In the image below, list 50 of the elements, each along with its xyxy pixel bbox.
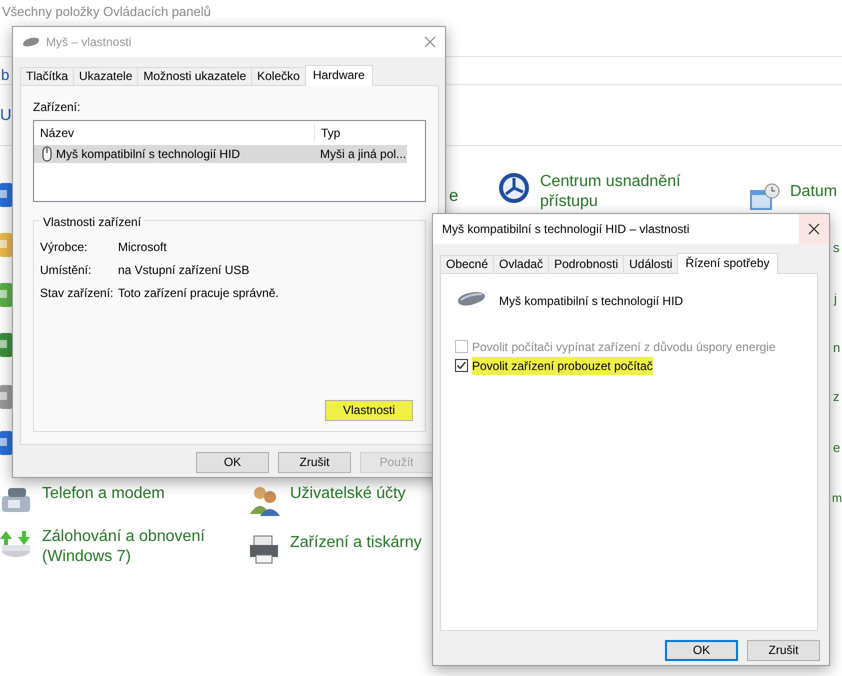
field-value: Microsoft: [118, 238, 167, 256]
link-text[interactable]: Zálohování a obnovení (Windows 7): [42, 527, 232, 567]
list-row[interactable]: Myš kompatibilní s technologií HID Myši a jiná pol...: [34, 145, 407, 163]
dialog-button[interactable]: Zrušit: [278, 452, 351, 473]
window-title: Všechny položky Ovládacích panelů: [2, 3, 211, 21]
table-cell-text: Myš kompatibilní s technologií HID: [56, 146, 240, 163]
link-text[interactable]: Zařízení a tiskárny: [290, 533, 425, 553]
link-text[interactable]: Telefon a modem: [42, 484, 232, 504]
link-text[interactable]: e: [449, 186, 458, 206]
mouse-icon: [42, 146, 52, 162]
link-text[interactable]: b: [1, 66, 10, 86]
tab[interactable]: Tlačítka: [20, 67, 74, 85]
tab[interactable]: Obecné: [440, 255, 494, 273]
field-label: Výrobce:: [40, 238, 88, 256]
field-label: Umístění:: [40, 262, 92, 278]
tab[interactable]: Hardware: [304, 65, 373, 86]
window-title: Myš – vlastnosti: [46, 34, 132, 51]
tab[interactable]: Řízení spotřeby: [677, 253, 778, 274]
column-header[interactable]: Typ: [314, 124, 407, 142]
checkbox-label: Povolit zařízení probouzet počítač: [472, 356, 653, 374]
checkbox-label: Povolit počítači vypínat zařízení z důvodu úspory energie: [472, 338, 776, 356]
link-text[interactable]: Centrum usnadnění přístupu: [540, 172, 705, 212]
link-text[interactable]: n: [833, 338, 840, 358]
device-name: Myš kompatibilní s technologií HID: [499, 293, 684, 310]
link-text[interactable]: j: [834, 289, 837, 309]
column-header[interactable]: Název: [34, 124, 314, 142]
section-label: Zařízení:: [33, 99, 82, 116]
close-icon: [808, 223, 820, 235]
link-text[interactable]: z: [833, 387, 840, 407]
table-cell-text: Myši a jiná pol...: [319, 146, 407, 163]
link-text[interactable]: s: [833, 238, 840, 258]
link-text[interactable]: Datum: [790, 182, 842, 202]
link-text[interactable]: Uživatelské účty: [290, 484, 425, 504]
link-text[interactable]: e: [833, 438, 840, 458]
close-icon: [424, 36, 436, 48]
properties-button[interactable]: Vlastnosti: [325, 400, 413, 421]
window-title: Myš kompatibilní s technologií HID – vlastnosti: [442, 221, 690, 238]
dialog-button[interactable]: OK: [665, 640, 738, 661]
link-text[interactable]: U: [0, 106, 12, 126]
users-icon: [248, 484, 282, 518]
field-label: Stav zařízení:: [40, 284, 114, 302]
mouse-icon: [22, 36, 40, 48]
dialog-button[interactable]: OK: [196, 452, 269, 473]
field-value: na Vstupní zařízení USB: [118, 262, 250, 278]
close-button[interactable]: [799, 214, 829, 244]
dialog-button[interactable]: Zrušit: [747, 640, 820, 661]
accessibility-icon: [498, 172, 532, 206]
checkbox[interactable]: [455, 359, 468, 372]
field-value: Toto zařízení pracuje správně.: [118, 284, 279, 302]
link-text[interactable]: m: [832, 488, 842, 508]
